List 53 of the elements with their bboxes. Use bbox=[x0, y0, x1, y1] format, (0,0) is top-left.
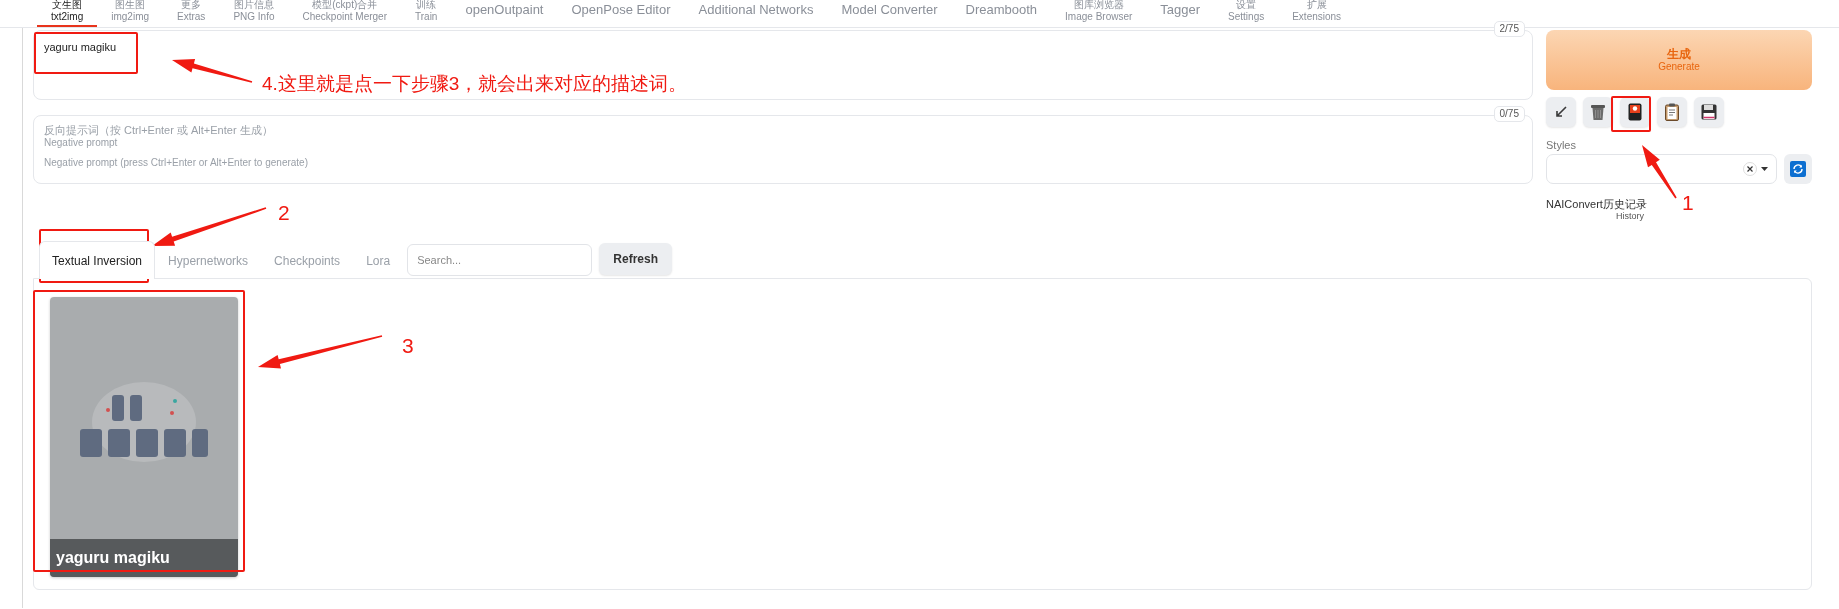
field-label: Negative prompt bbox=[44, 137, 119, 149]
refresh-button[interactable]: Refresh bbox=[599, 243, 673, 275]
tab[interactable]: 图库浏览器 Image Browser bbox=[1051, 0, 1147, 27]
tab[interactable]: Hypernetworks bbox=[155, 242, 262, 278]
refresh-icon bbox=[1790, 161, 1806, 177]
token-counter: 0/75 bbox=[1493, 106, 1525, 122]
tab[interactable]: 文生图 txt2img bbox=[37, 0, 98, 27]
apply-button[interactable] bbox=[1546, 97, 1576, 127]
card-icon bbox=[1628, 103, 1642, 121]
tab[interactable]: 更多 Extras bbox=[163, 0, 220, 27]
arrow bbox=[1642, 145, 1677, 199]
tab[interactable]: Textual Inversion bbox=[39, 241, 156, 279]
step-number: 1 bbox=[1682, 192, 1694, 214]
clear-icon[interactable] bbox=[1743, 162, 1757, 176]
tab[interactable]: 图片信息 PNG Info bbox=[219, 0, 289, 27]
styles-label: Styles bbox=[1546, 139, 1577, 152]
token-counter: 2/75 bbox=[1493, 21, 1525, 37]
history-label: History bbox=[1616, 210, 1644, 222]
tab[interactable]: 训练 Train bbox=[401, 0, 452, 27]
tab[interactable]: 模型(ckpt)合并 Checkpoint Merger bbox=[288, 0, 401, 27]
network-card[interactable]: yaguru magiku bbox=[50, 297, 238, 577]
tab[interactable]: Checkpoints bbox=[261, 242, 354, 278]
tab[interactable]: Additional Networks bbox=[684, 0, 828, 27]
tab[interactable]: OpenPose Editor bbox=[557, 0, 685, 27]
tab[interactable]: Model Converter bbox=[827, 0, 952, 27]
annotation-text: 4.这里就是点一下步骤3，就会出来对应的描述词。 bbox=[262, 73, 688, 95]
tab[interactable]: 扩展 Extensions bbox=[1278, 0, 1356, 27]
tab[interactable]: Lora bbox=[353, 242, 404, 278]
paste-button[interactable] bbox=[1657, 97, 1687, 127]
clear-button[interactable] bbox=[1583, 97, 1613, 127]
search-field[interactable]: Search... bbox=[407, 244, 593, 276]
tab[interactable]: Dreambooth bbox=[951, 0, 1052, 27]
card-title: yaguru magiku bbox=[50, 539, 238, 577]
caret-icon bbox=[1761, 167, 1768, 171]
field-label: 反向提示词（按 Ctrl+Enter 或 Alt+Enter 生成） bbox=[44, 124, 274, 137]
save-style-button[interactable] bbox=[1694, 97, 1724, 127]
arrow-icon bbox=[1554, 105, 1568, 119]
negative-prompt-field[interactable]: Negative prompt (press Ctrl+Enter or Alt+Enter to generate) bbox=[42, 157, 1524, 171]
generate-button[interactable]: 生成 Generate bbox=[1546, 30, 1812, 90]
tab[interactable]: openOutpaint bbox=[451, 0, 558, 27]
show-networks-button[interactable] bbox=[1620, 97, 1650, 127]
clipboard-icon bbox=[1665, 103, 1679, 121]
step-number: 3 bbox=[402, 335, 414, 357]
step-number: 2 bbox=[278, 202, 290, 224]
tab[interactable]: 图生图 img2img bbox=[97, 0, 164, 27]
prompt-text: yaguru magiku bbox=[44, 41, 118, 53]
history-label: NAIConvert历史记录 bbox=[1546, 198, 1647, 210]
trash-icon bbox=[1591, 103, 1605, 121]
refresh-styles-button[interactable] bbox=[1784, 154, 1812, 184]
tab[interactable]: 设置 Settings bbox=[1214, 0, 1279, 27]
tab[interactable]: Tagger bbox=[1146, 0, 1215, 27]
save-icon bbox=[1701, 104, 1717, 120]
highlight-box bbox=[1611, 96, 1651, 132]
